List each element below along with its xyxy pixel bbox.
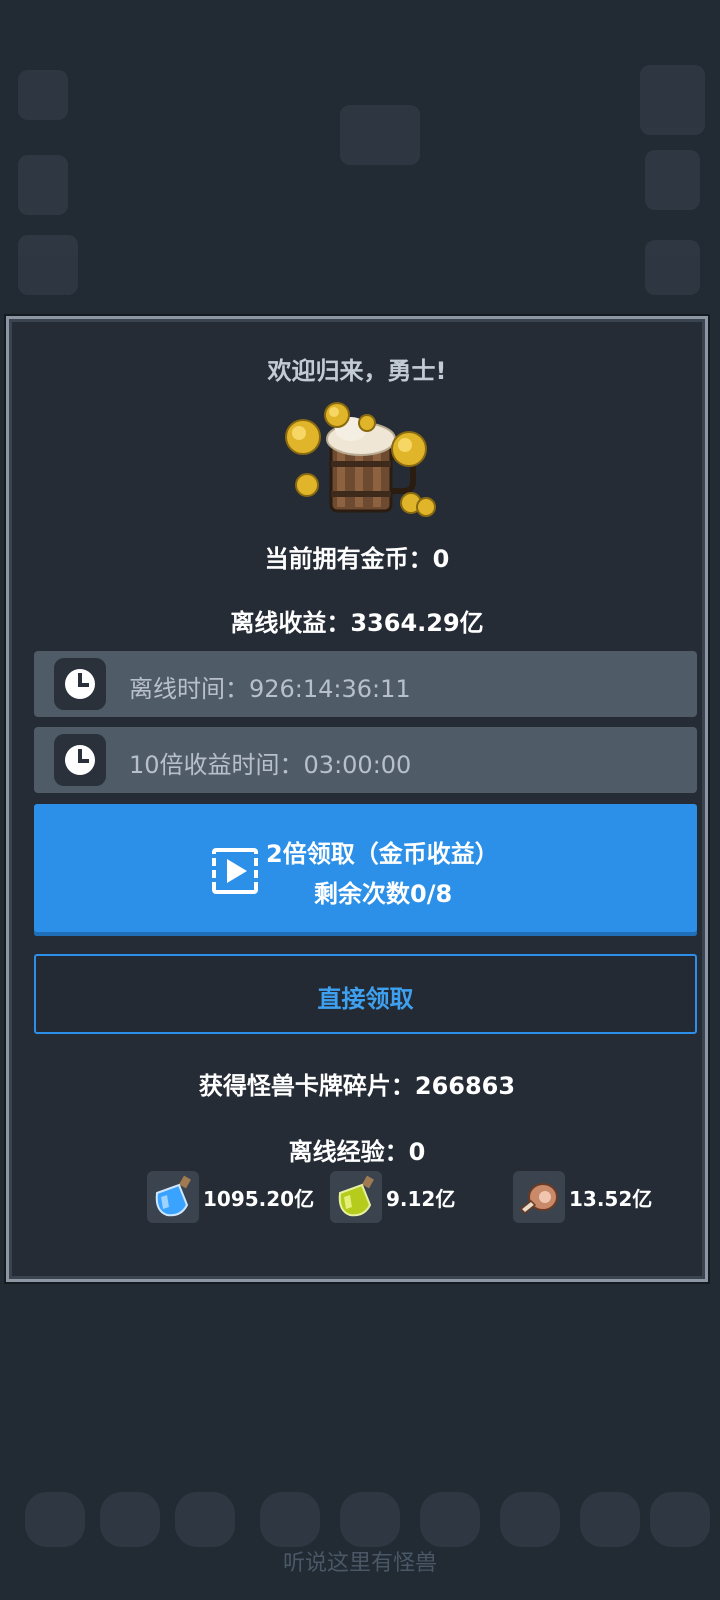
resource-value: 9.12亿 — [386, 1187, 456, 1211]
double-claim-video-button[interactable]: 2倍领取（金币收益） 剩余次数0/8 — [34, 804, 697, 936]
green-potion-icon — [338, 1175, 374, 1217]
card-shards-text: 获得怪兽卡牌碎片：266863 — [198, 1072, 516, 1100]
offline-time-row: 离线时间：926:14:36:11 — [34, 651, 697, 717]
meat-icon — [519, 1183, 558, 1215]
bg-icon — [640, 65, 705, 135]
ten-x-time-row: 10倍收益时间：03:00:00 — [34, 727, 697, 793]
direct-claim-label: 直接领取 — [317, 985, 414, 1013]
direct-claim-button[interactable]: 直接领取 — [34, 954, 697, 1034]
screen: 听说这里有怪兽 欢迎归来，勇士! 当前拥有金币：0 离线收益：3364.29亿 … — [0, 0, 720, 1600]
dialog-title: 欢迎归来，勇士! — [267, 357, 447, 385]
bg-icon — [18, 70, 68, 120]
bg-icon — [645, 240, 700, 295]
bg-icon — [340, 105, 420, 165]
clock-icon — [54, 658, 106, 710]
resource-value: 1095.20亿 — [203, 1187, 315, 1211]
bg-icon — [645, 150, 700, 210]
video-play-icon — [212, 848, 258, 894]
video-button-label: 2倍领取（金币收益） — [266, 840, 499, 868]
video-button-remaining: 剩余次数0/8 — [314, 880, 453, 908]
offline-rewards-dialog: 欢迎归来，勇士! 当前拥有金币：0 离线收益：3364.29亿 离线时间：926… — [6, 316, 708, 1282]
gold-mug-icon — [285, 402, 436, 517]
bg-icon — [18, 155, 68, 215]
offline-time-text: 离线时间：926:14:36:11 — [129, 675, 411, 703]
offline-exp-text: 离线经验：0 — [288, 1138, 426, 1166]
current-gold-text: 当前拥有金币：0 — [264, 545, 450, 573]
resource-rewards: 1095.20亿 9.12亿 13.52亿 — [9, 1169, 705, 1229]
resource-value: 13.52亿 — [569, 1187, 653, 1211]
bg-icon — [18, 235, 78, 295]
offline-income-text: 离线收益：3364.29亿 — [230, 609, 484, 637]
footer-tagline: 听说这里有怪兽 — [282, 1551, 437, 1576]
clock-icon — [54, 734, 106, 786]
blue-potion-icon — [155, 1175, 191, 1217]
ten-x-time-text: 10倍收益时间：03:00:00 — [129, 751, 412, 779]
